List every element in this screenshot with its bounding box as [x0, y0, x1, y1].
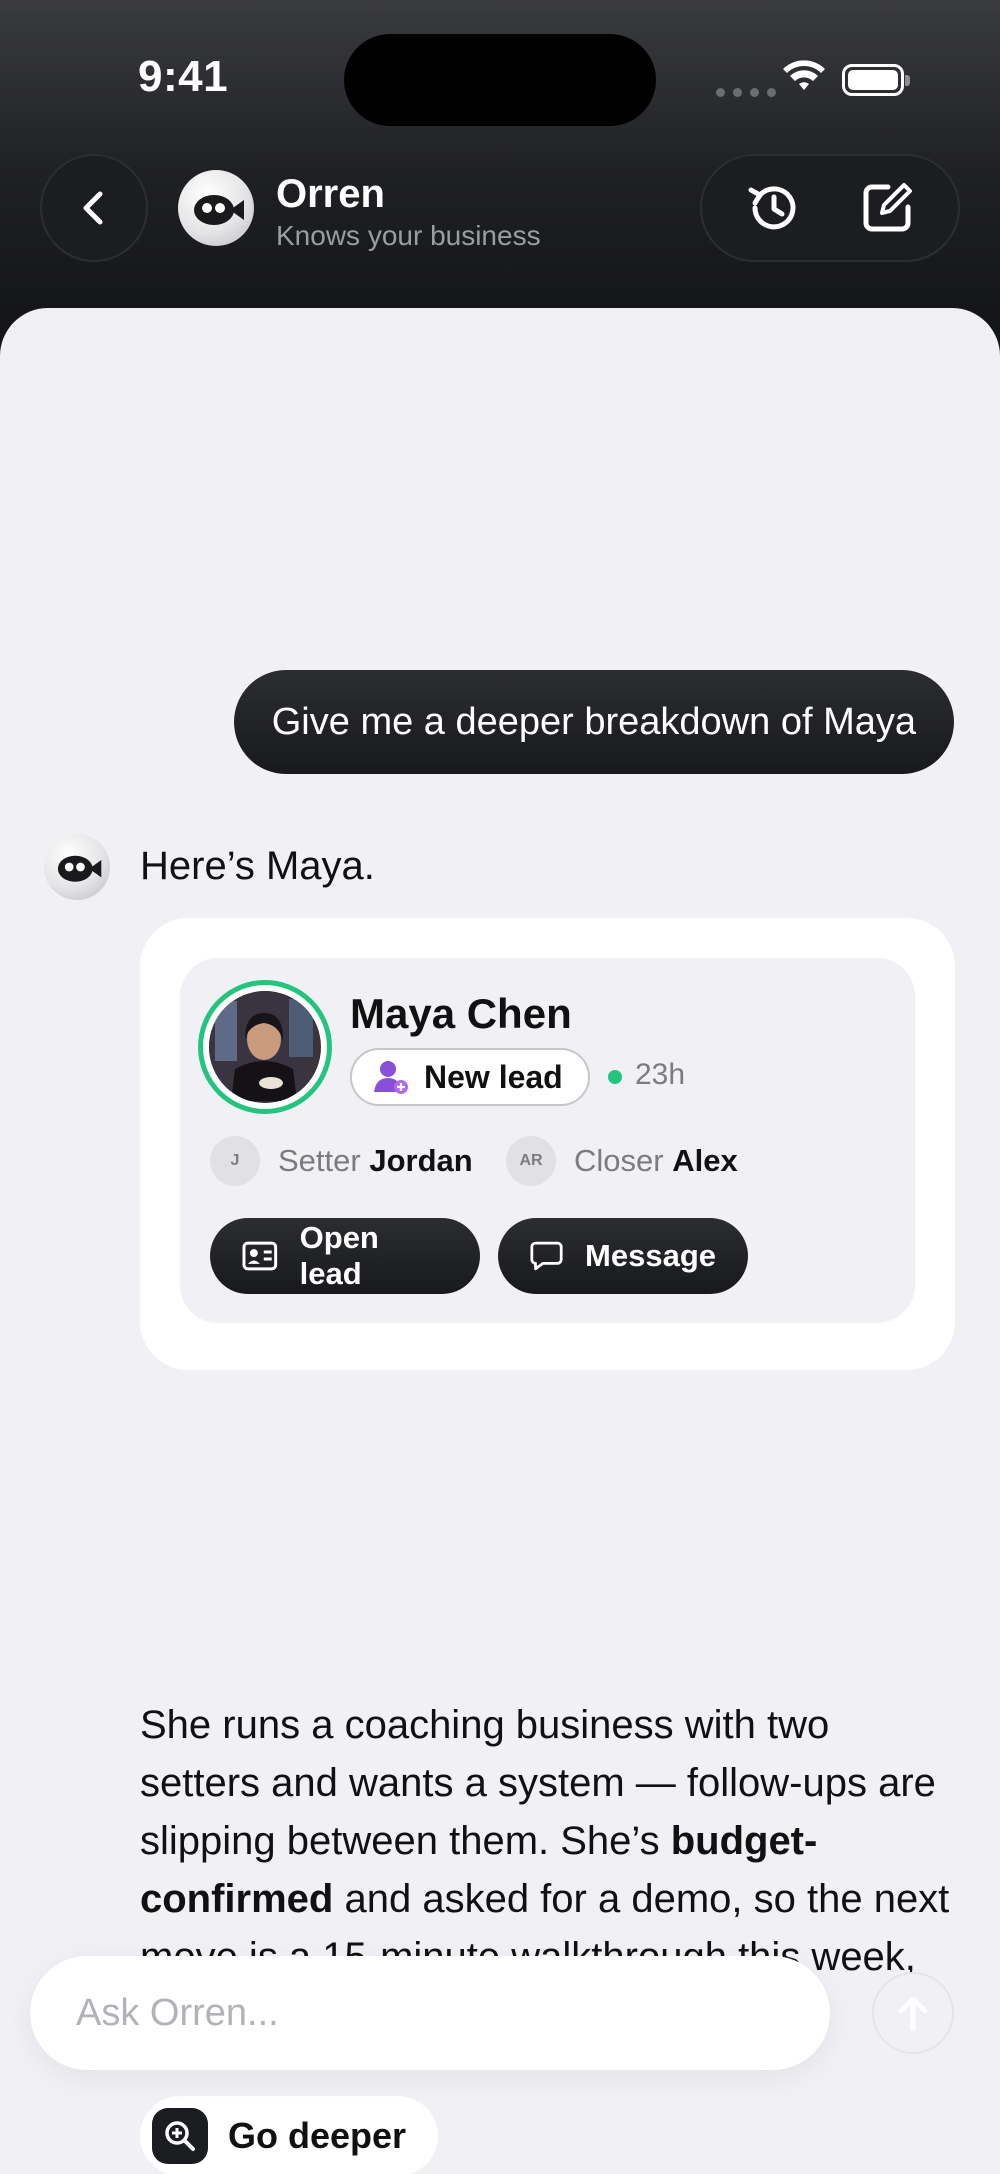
assistant-reply-avatar	[44, 834, 110, 900]
closer-avatar: AR	[506, 1136, 556, 1186]
setter-avatar: J	[210, 1136, 260, 1186]
lead-status-badge: New lead	[350, 1048, 590, 1106]
contact-card-icon	[242, 1241, 278, 1271]
user-message-bubble: Give me a deeper breakdown of Maya	[233, 670, 954, 774]
status-time: 9:41	[138, 52, 229, 101]
closer-name: Alex	[672, 1143, 738, 1178]
setter-assignment: J Setter Jordan	[210, 1136, 473, 1186]
history-button[interactable]	[738, 173, 808, 243]
message-button[interactable]: Message	[498, 1218, 748, 1294]
open-lead-label: Open lead	[299, 1220, 379, 1291]
chat-thread[interactable]: Give me a deeper breakdown of Maya Here’…	[0, 308, 1000, 2174]
lead-name: Maya Chen	[350, 990, 572, 1037]
chat-bubble-icon	[530, 1241, 563, 1271]
closer-assignment: AR Closer Alex	[506, 1136, 738, 1186]
lead-avatar	[198, 980, 332, 1114]
lead-photo	[209, 991, 321, 1103]
go-deeper-button[interactable]: Go deeper	[140, 2096, 438, 2174]
go-deeper-label: Go deeper	[228, 2115, 407, 2156]
wifi-icon	[783, 60, 825, 90]
lead-last-active: 23h	[635, 1058, 686, 1091]
compose-icon	[863, 183, 912, 232]
setter-role-label: Setter	[278, 1143, 361, 1178]
assistant-avatar	[178, 170, 254, 246]
orren-logo-icon	[57, 855, 102, 882]
arrow-up-icon	[898, 1996, 928, 2032]
assistant-name: Orren	[276, 172, 385, 216]
lead-card-container: Maya Chen New lead 23h J Setter Jordan A…	[140, 918, 955, 1370]
lead-card[interactable]: Maya Chen New lead 23h J Setter Jordan A…	[180, 958, 915, 1323]
new-lead-person-icon	[374, 1061, 408, 1094]
send-button[interactable]	[872, 1972, 954, 2054]
open-lead-button[interactable]: Open lead	[210, 1218, 480, 1294]
header-actions	[700, 154, 960, 262]
new-chat-button[interactable]	[852, 173, 922, 243]
history-icon	[748, 186, 796, 230]
dynamic-island	[344, 34, 656, 126]
cellular-signal-icon	[716, 88, 776, 97]
zoom-in-icon	[152, 2108, 208, 2164]
orren-logo-icon	[194, 195, 244, 225]
setter-name: Jordan	[369, 1143, 473, 1178]
back-button[interactable]	[40, 154, 148, 262]
chat-screen: 9:41 Orren Knows your business Give me a…	[0, 0, 1000, 2174]
lead-status-label: New lead	[424, 1058, 563, 1095]
battery-icon	[842, 64, 910, 96]
message-input[interactable]: Ask Orren...	[30, 1956, 830, 2070]
activity-dot	[608, 1070, 622, 1084]
message-label: Message	[585, 1238, 716, 1273]
chevron-left-icon	[83, 191, 103, 225]
person-photo-icon	[209, 991, 319, 1101]
assistant-reply-intro: Here’s Maya.	[140, 844, 375, 888]
closer-role-label: Closer	[574, 1143, 664, 1178]
assistant-tagline: Knows your business	[276, 220, 541, 251]
